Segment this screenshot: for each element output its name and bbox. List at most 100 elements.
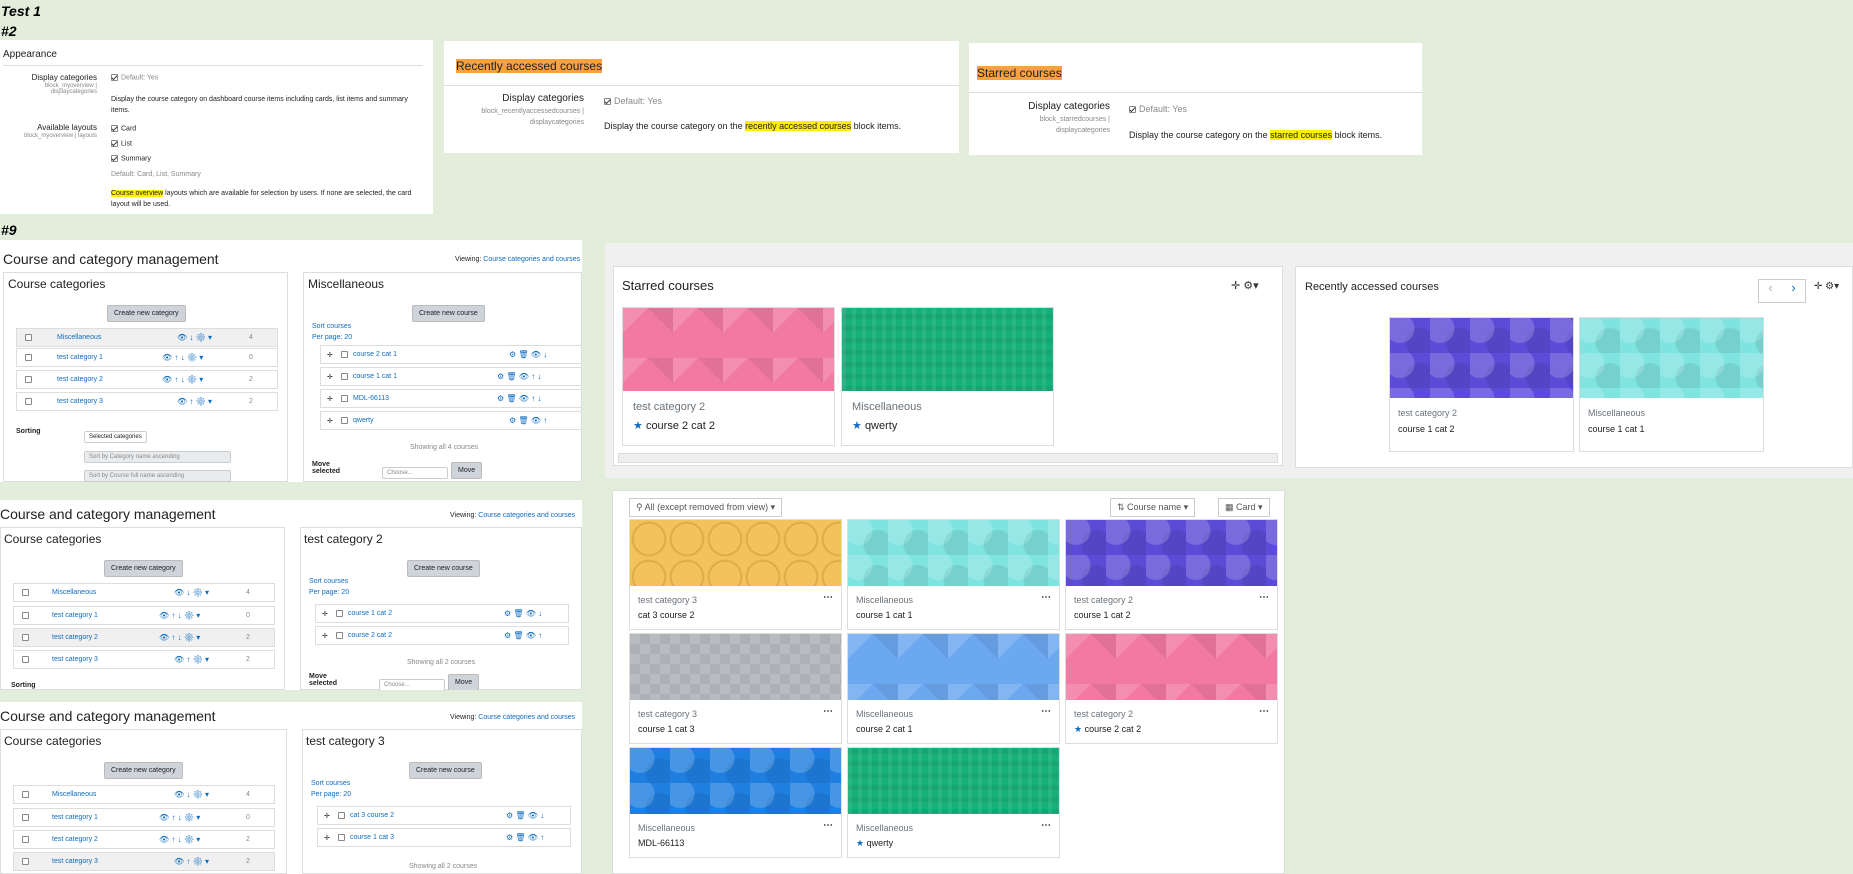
star-icon: ★ [1074,724,1085,734]
create-course-button[interactable]: Create new course [407,560,480,577]
sort-courses-link[interactable]: Sort courses [312,323,351,330]
category-row[interactable]: test category 3 👁 ↑ ⚙ ▾ 2 [16,392,278,411]
card-name[interactable]: course 2 cat 2 [646,420,715,432]
card-name[interactable]: course 1 cat 3 [638,724,695,734]
course-card[interactable]: Miscellaneous ⋯ course 2 cat 1 [847,633,1060,744]
checkbox[interactable] [604,98,611,106]
card-name[interactable]: course 2 cat 1 [856,724,913,734]
course-card[interactable]: test category 2 ⋯ ★ course 2 cat 2 [1065,633,1278,744]
category-row[interactable]: test category 3 👁 ↑ ⚙ ▾ 2 [13,650,275,669]
checkbox-list[interactable] [111,140,118,147]
card-menu-icon[interactable]: ⋯ [1259,706,1269,717]
category-row[interactable]: Miscellaneous 👁 ↓ ⚙ ▾ 4 [13,583,275,602]
course-row[interactable]: ✛ course 1 cat 3 ⚙ 🗑 👁 ↑ [317,828,571,847]
mgmt-panel-1: Course and category management Viewing: … [0,240,582,482]
course-row[interactable]: ✛ course 1 cat 2 ⚙ 🗑 👁 ↓ [315,604,569,623]
create-category-button[interactable]: Create new category [104,560,183,577]
category-row[interactable]: test category 2 👁 ↑ ↓ ⚙ ▾ 2 [13,628,275,647]
card-name[interactable]: course 1 cat 2 [1074,610,1131,620]
card-name[interactable]: qwerty [865,420,897,432]
course-row[interactable]: ✛ qwerty ⚙ 🗑 👁 ↑ [320,411,582,430]
setting-key: block_starredcourses | displaycategories [1039,116,1110,134]
checkbox-summary[interactable] [111,155,118,162]
option-card: Card [121,125,137,133]
label-2: #2 [1,23,17,39]
prev-icon[interactable]: ‹ [1759,280,1782,302]
course-card[interactable]: Miscellaneous ⋯ course 1 cat 1 [847,519,1060,630]
star-icon: ★ [633,420,643,432]
create-category-button[interactable]: Create new category [104,762,183,779]
course-card[interactable]: test category 3 ⋯ course 1 cat 3 [629,633,842,744]
create-course-button[interactable]: Create new course [409,762,482,779]
card-name[interactable]: ★ course 2 cat 2 [1074,724,1141,735]
card-name[interactable]: MDL-66113 [638,838,684,848]
course-row[interactable]: ✛ course 2 cat 2 ⚙ 🗑 👁 ↑ [315,626,569,645]
move-select[interactable]: Choose... [382,467,448,479]
card-name[interactable]: cat 3 course 2 [638,610,695,620]
category-row[interactable]: test category 2 👁 ↑ ↓ ⚙ ▾ 2 [16,370,278,389]
per-page-link[interactable]: Per page: 20 [311,791,351,798]
create-category-button[interactable]: Create new category [107,305,186,322]
card-name[interactable]: course 1 cat 1 [856,610,913,620]
course-row[interactable]: ✛ course 1 cat 1 ⚙ 🗑 👁 ↑ ↓ [320,367,582,386]
showing-count: Showing all 2 courses [409,863,478,870]
category-row[interactable]: test category 1 👁 ↑ ↓ ⚙ ▾ 0 [16,348,278,367]
viewing-link[interactable]: Course categories and courses [483,256,580,263]
category-row[interactable]: test category 1 👁 ↑ ↓ ⚙ ▾ 0 [13,606,275,625]
viewing-link[interactable]: Course categories and courses [478,714,575,721]
filter-dropdown[interactable]: ⚲ All (except removed from view) ▾ [629,498,783,517]
course-row[interactable]: ✛ course 2 cat 1 ⚙ 🗑 👁 ↓ [320,345,582,364]
checkbox-card[interactable] [111,125,118,132]
course-image [630,520,841,586]
move-button[interactable]: Move [448,674,480,690]
divider [3,65,423,66]
checkbox[interactable] [111,74,118,81]
create-course-button[interactable]: Create new course [412,305,485,322]
course-card[interactable]: test category 3 ⋯ cat 3 course 2 [629,519,842,630]
category-row[interactable]: Miscellaneous 👁 ↓ ⚙ ▾ 4 [13,785,275,804]
per-page-link[interactable]: Per page: 20 [312,334,352,341]
sort-courses-link[interactable]: Sort courses [309,578,348,585]
recent-card[interactable]: Miscellaneous course 1 cat 1 [1579,317,1764,452]
card-name[interactable]: course 1 cat 2 [1398,424,1455,434]
card-name[interactable]: course 1 cat 1 [1588,424,1645,434]
next-icon[interactable]: › [1782,280,1805,302]
view-dropdown[interactable]: ▦ Card ▾ [1218,498,1270,517]
starred-card[interactable]: Miscellaneous ★ qwerty [841,307,1054,446]
recent-settings-title: Recently accessed courses [456,59,603,73]
card-menu-icon[interactable]: ⋯ [823,706,833,717]
sort-courses-link[interactable]: Sort courses [311,780,350,787]
course-row[interactable]: ✛ cat 3 course 2 ⚙ 🗑 👁 ↓ [317,806,571,825]
move-icon[interactable]: ✛ ⚙▾ [1814,281,1839,292]
card-menu-icon[interactable]: ⋯ [823,592,833,603]
move-icon[interactable]: ✛ ⚙▾ [1231,279,1259,292]
card-menu-icon[interactable]: ⋯ [1041,706,1051,717]
card-menu-icon[interactable]: ⋯ [1041,820,1051,831]
viewing-link[interactable]: Course categories and courses [478,512,575,519]
course-card[interactable]: test category 2 ⋯ course 1 cat 2 [1065,519,1278,630]
course-card[interactable]: Miscellaneous ⋯ MDL-66113 [629,747,842,858]
move-button[interactable]: Move [451,462,483,479]
course-card[interactable]: Miscellaneous ⋯ ★ qwerty [847,747,1060,858]
sort-select[interactable]: Selected categories [84,431,147,443]
card-menu-icon[interactable]: ⋯ [823,820,833,831]
category-row[interactable]: test category 1 👁 ↑ ↓ ⚙ ▾ 0 [13,808,275,827]
card-name[interactable]: ★ qwerty [856,838,893,849]
category-row[interactable]: Miscellaneous 👁 ↓ ⚙ ▾ 4 [16,328,278,347]
sort-dropdown[interactable]: ⇅ Course name ▾ [1110,498,1196,517]
horizontal-scrollbar[interactable] [618,453,1278,463]
label-test1: Test 1 [1,3,41,19]
per-page-link[interactable]: Per page: 20 [309,589,349,596]
move-select[interactable]: Choose... [379,679,445,690]
recent-card[interactable]: test category 2 course 1 cat 2 [1389,317,1574,452]
category-row[interactable]: test category 3 👁 ↑ ⚙ ▾ 2 [13,852,275,871]
card-menu-icon[interactable]: ⋯ [1259,592,1269,603]
course-row[interactable]: ✛ MDL-66113 ⚙ 🗑 👁 ↑ ↓ [320,389,582,408]
checkbox[interactable] [1129,106,1136,114]
starred-card[interactable]: test category 2 ★ course 2 cat 2 [622,307,835,446]
card-category: Miscellaneous [856,823,914,833]
sort-option[interactable]: Sort by Course full name ascending [84,470,231,482]
category-row[interactable]: test category 2 👁 ↑ ↓ ⚙ ▾ 2 [13,830,275,849]
card-menu-icon[interactable]: ⋯ [1041,592,1051,603]
sort-option[interactable]: Sort by Category name ascending [84,451,231,463]
